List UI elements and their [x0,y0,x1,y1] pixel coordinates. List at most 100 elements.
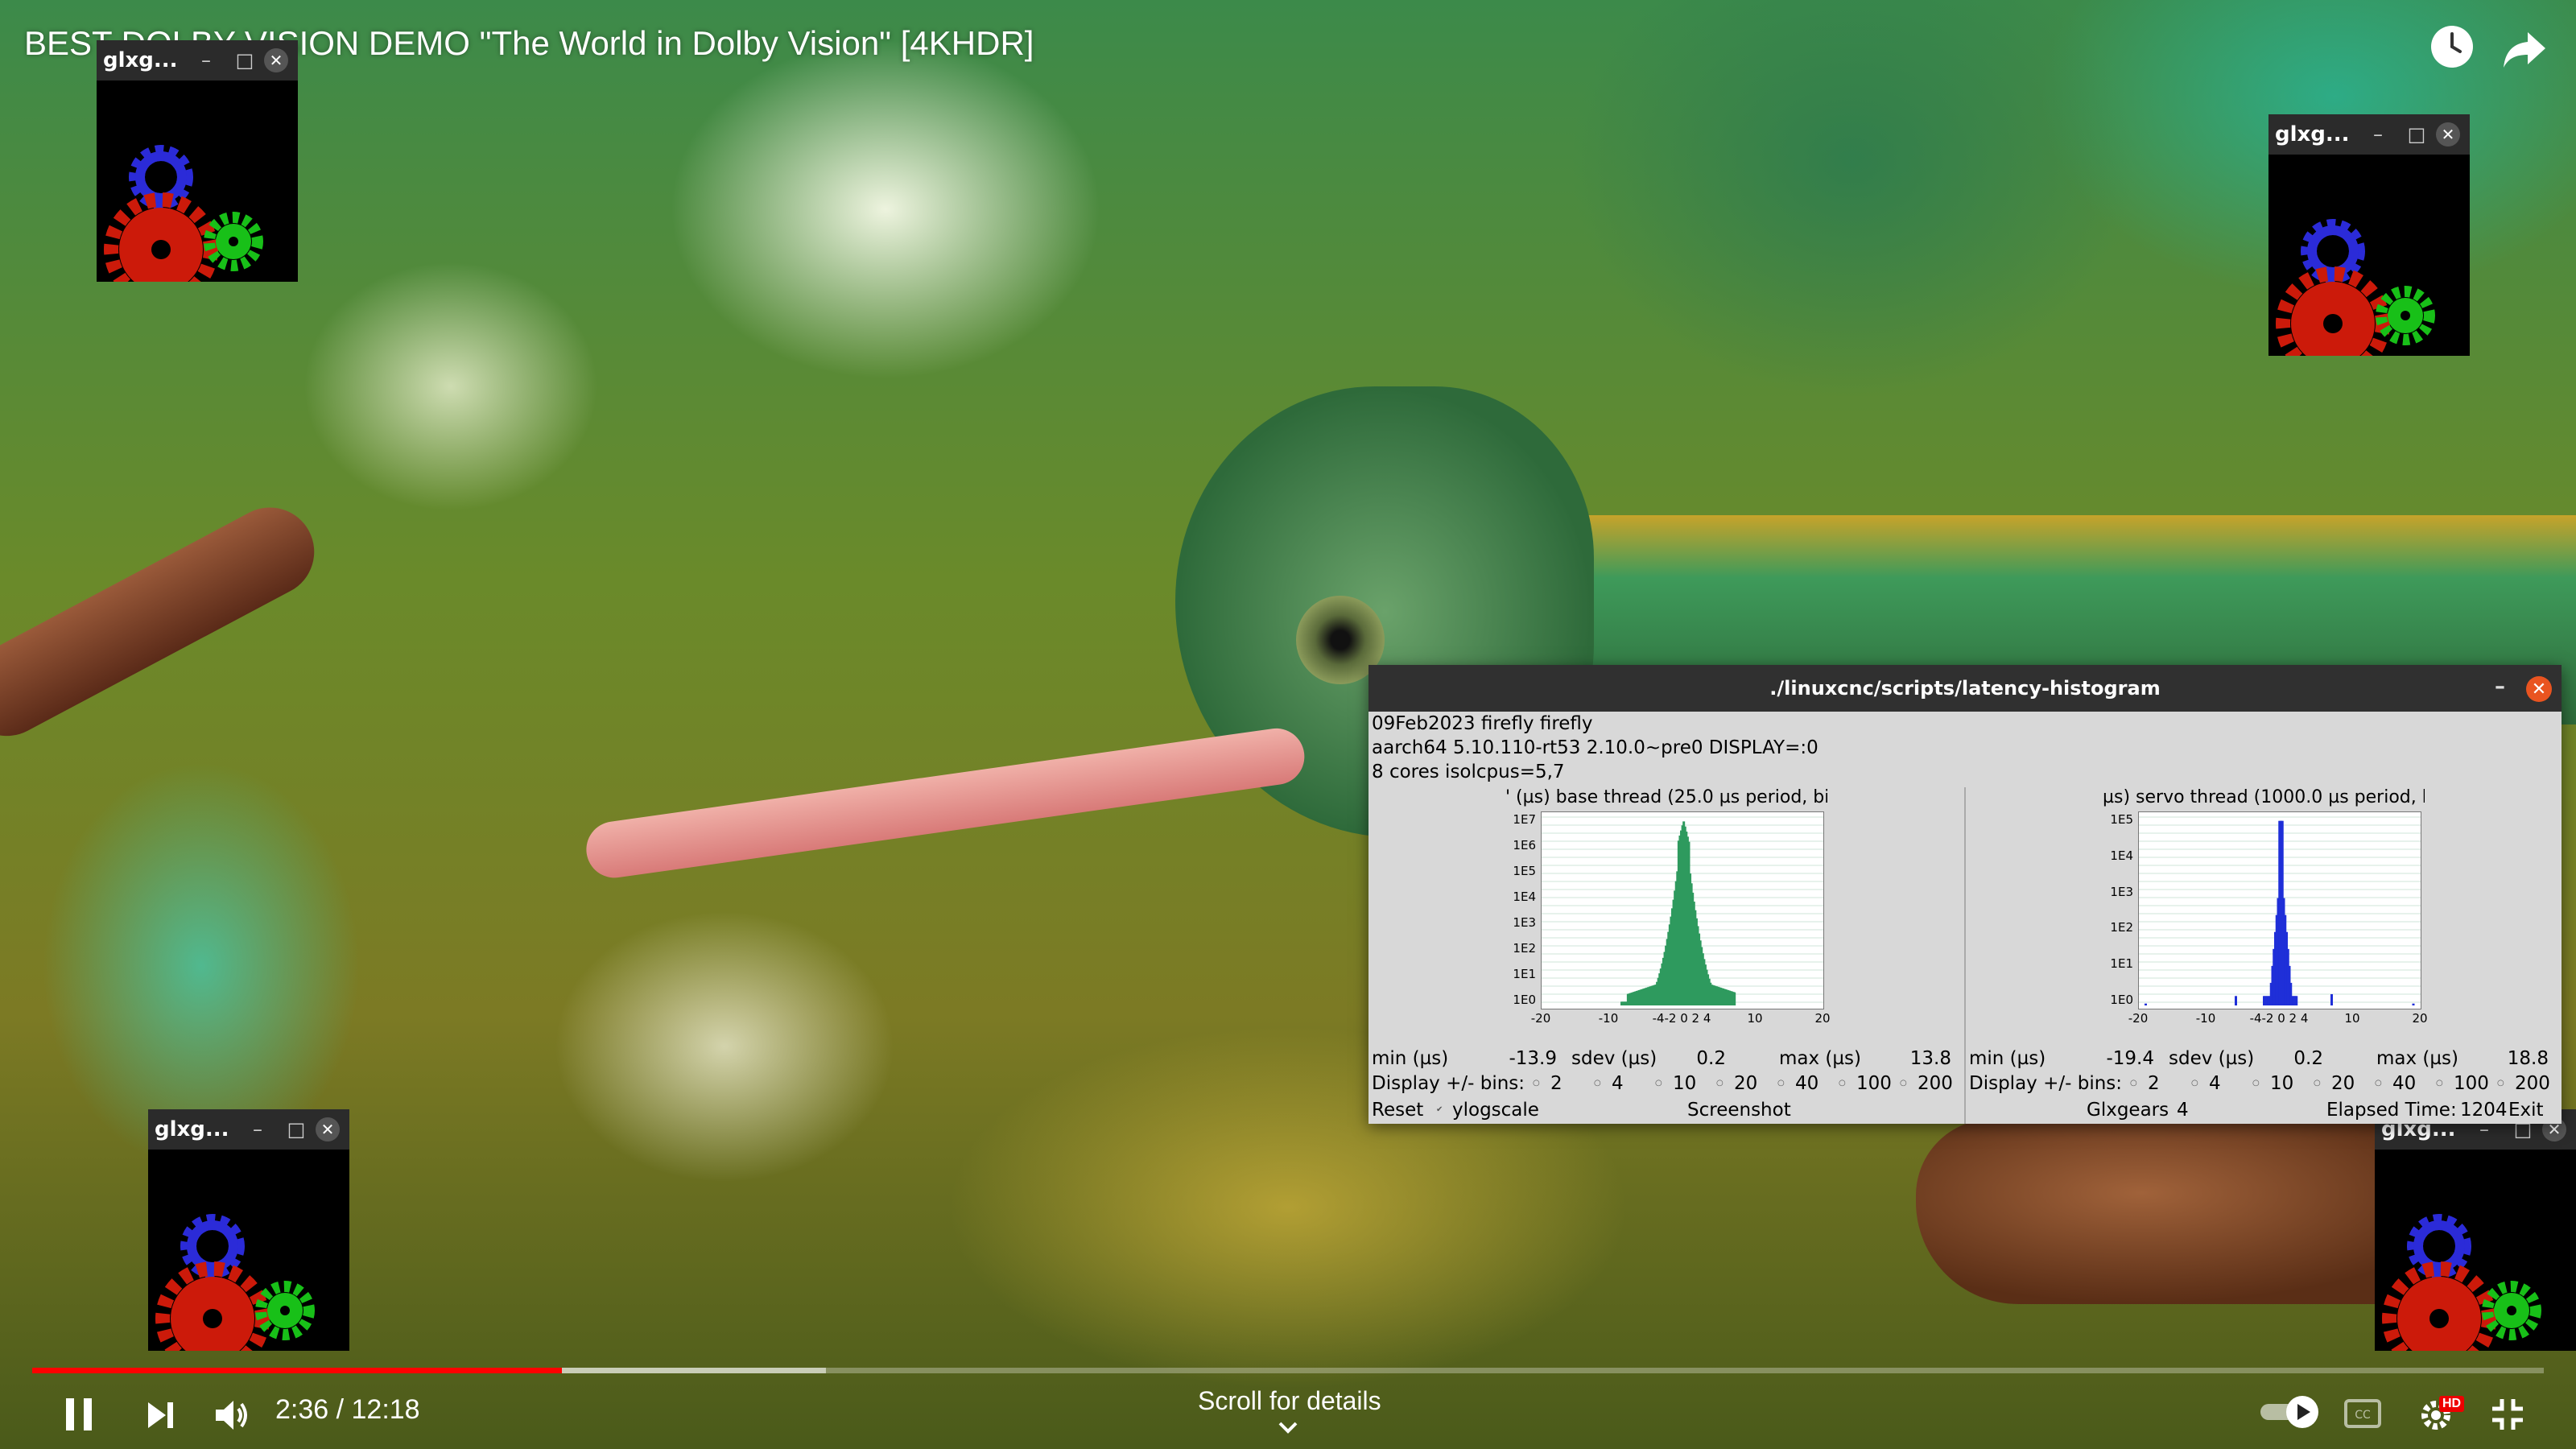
captions-icon[interactable]: CC [2344,1399,2381,1432]
share-icon[interactable] [2502,26,2547,71]
y-tick-label: 1E5 [1513,864,1536,878]
x-tick-label: -4-2 0 2 4 [2249,1011,2309,1026]
bins-option-label[interactable]: 20 [2331,1071,2355,1096]
next-icon[interactable] [145,1399,177,1435]
close-button[interactable]: ✕ [2526,676,2552,702]
bins-option-label[interactable]: 40 [2392,1071,2416,1096]
histogram-titlebar[interactable]: ./linuxcnc/scripts/latency-histogram – ✕ [1368,665,2562,712]
ylogscale-label[interactable]: ylogscale [1452,1098,1539,1122]
bins-option-label[interactable]: 2 [1550,1071,1563,1096]
minimize-button[interactable]: – [238,1118,277,1141]
exit-fullscreen-icon[interactable] [2491,1397,2524,1435]
volume-icon[interactable] [214,1397,251,1437]
x-tick-label: -20 [1530,1011,1551,1026]
pause-icon[interactable] [63,1397,95,1436]
y-tick-label: 1E6 [1513,838,1536,852]
maximize-button[interactable]: □ [225,49,264,72]
info-kernel: aarch64 5.10.110-rt53 2.10.0~pre0 DISPLA… [1372,737,1818,758]
gears-canvas [148,1150,349,1376]
gears-icon [2382,1214,2541,1376]
bins-option-label[interactable]: 100 [2454,1071,2489,1096]
histogram-bar [1733,992,1736,1005]
minimize-button[interactable]: – [2495,675,2505,699]
glxgears-window[interactable]: glxg... – □ ✕ [2268,114,2470,381]
ylogscale-checkbox[interactable]: ✔ [1436,1098,1443,1122]
bins-option-label[interactable]: 10 [1673,1071,1696,1096]
bins-radio[interactable]: ○ [2130,1071,2137,1096]
maximize-button[interactable]: □ [2397,123,2436,146]
minimize-button[interactable]: – [187,49,225,72]
base-max-value: 13.8 [1909,1048,1951,1069]
bins-option-label[interactable]: 40 [1795,1071,1818,1096]
bins-radio[interactable]: ○ [2191,1071,2198,1096]
gears-icon [155,1214,315,1376]
bins-radio[interactable]: ○ [1594,1071,1601,1096]
bins-radio[interactable]: ○ [2252,1071,2260,1096]
histogram-bar [2295,996,2298,1005]
autoplay-toggle-icon[interactable] [2259,1393,2323,1435]
reset-button[interactable]: Reset [1372,1098,1423,1122]
screenshot-button[interactable]: Screenshot [1687,1098,1791,1122]
exit-button[interactable]: Exit [2508,1098,2544,1122]
bins-radio[interactable]: ○ [1839,1071,1846,1096]
glxgears-title: glxg... [155,1117,229,1141]
bins-radio[interactable]: ○ [2497,1071,2504,1096]
base-stats-row: min (µs) -13.9 sdev (µs) 0.2 max (µs) 13… [1372,1046,1959,1071]
bins-option-label[interactable]: 10 [2270,1071,2293,1096]
y-tick-label: 1E4 [1513,890,1536,904]
glxgears-titlebar[interactable]: glxg... – □ ✕ [97,40,298,80]
histogram-window-title: ./linuxcnc/scripts/latency-histogram [1769,677,2161,700]
bins-radio[interactable]: ○ [1716,1071,1724,1096]
minimize-button[interactable]: – [2359,123,2397,146]
glxgears-title: glxg... [103,48,178,72]
bins-option-label[interactable]: 4 [1612,1071,1624,1096]
glxgears-titlebar[interactable]: glxg... – □ ✕ [2268,114,2470,155]
chevron-down-icon[interactable] [1275,1420,1301,1440]
x-tick-label: -4-2 0 2 4 [1652,1011,1711,1026]
close-button[interactable]: ✕ [264,48,288,72]
bins-option-label[interactable]: 4 [2209,1071,2221,1096]
servo-max-value: 18.8 [2507,1048,2549,1069]
bins-option-label[interactable]: 20 [1734,1071,1757,1096]
y-tick-label: 1E3 [2110,884,2133,899]
clock-icon[interactable] [2429,24,2475,69]
bins-radio[interactable]: ○ [2314,1071,2321,1096]
close-button[interactable]: ✕ [2436,122,2460,147]
glxgears-window[interactable]: glxg... – □ ✕ [97,40,298,307]
bins-option-label[interactable]: 200 [1918,1071,1953,1096]
servo-min-label: min (µs) [1969,1048,2046,1069]
glxgears-window[interactable]: glxg... – □ ✕ [148,1109,349,1376]
bins-option-label[interactable]: 2 [2148,1071,2160,1096]
histogram-bar [2330,993,2333,1005]
servo-max-label: max (µs) [2376,1048,2458,1069]
servo-bins-row: Display +/- bins: ○ 2 ○ 4 ○ 10 ○ 20 ○ 40 ○ 100 ○ 200 [1969,1071,2562,1096]
gears-icon [2276,219,2435,381]
bins-radio[interactable]: ○ [2436,1071,2443,1096]
latency-histogram-window[interactable]: ./linuxcnc/scripts/latency-histogram – ✕… [1368,665,2562,1124]
glxgears-titlebar[interactable]: glxg... – □ ✕ [148,1109,349,1150]
base-max-label: max (µs) [1779,1048,1861,1069]
base-thread-histogram-plot [1541,811,1824,1009]
servo-thread-title: µs) servo thread (1000.0 µs period, bi [2103,787,2425,807]
scroll-for-details[interactable]: Scroll for details [1198,1386,1381,1416]
base-bins-label: Display +/- bins: [1372,1073,1525,1094]
progress-bar[interactable] [32,1368,2544,1373]
histogram-bottom-row: Reset ✔ ylogscale Screenshot Glxgears 4 … [1372,1098,2562,1122]
glxgears-button[interactable]: Glxgears [2087,1098,2169,1122]
bins-radio[interactable]: ○ [1655,1071,1662,1096]
bins-option-label[interactable]: 200 [2515,1071,2550,1096]
y-tick-label: 1E1 [1513,967,1536,981]
bins-radio[interactable]: ○ [2375,1071,2382,1096]
bins-radio[interactable]: ○ [1900,1071,1907,1096]
bins-radio[interactable]: ○ [1533,1071,1540,1096]
y-tick-label: 1E7 [1513,812,1536,827]
bins-option-label[interactable]: 100 [1856,1071,1892,1096]
glxgears-window[interactable]: glxg... – □ ✕ [2375,1109,2576,1376]
maximize-button[interactable]: □ [277,1118,316,1141]
close-button[interactable]: ✕ [316,1117,340,1141]
servo-sdev-value: 0.2 [2293,1048,2323,1069]
y-tick-label: 1E2 [2110,920,2133,935]
elapsed-time-value: 1204 [2460,1100,2508,1121]
servo-min-value: -19.4 [2106,1048,2154,1069]
bins-radio[interactable]: ○ [1777,1071,1785,1096]
